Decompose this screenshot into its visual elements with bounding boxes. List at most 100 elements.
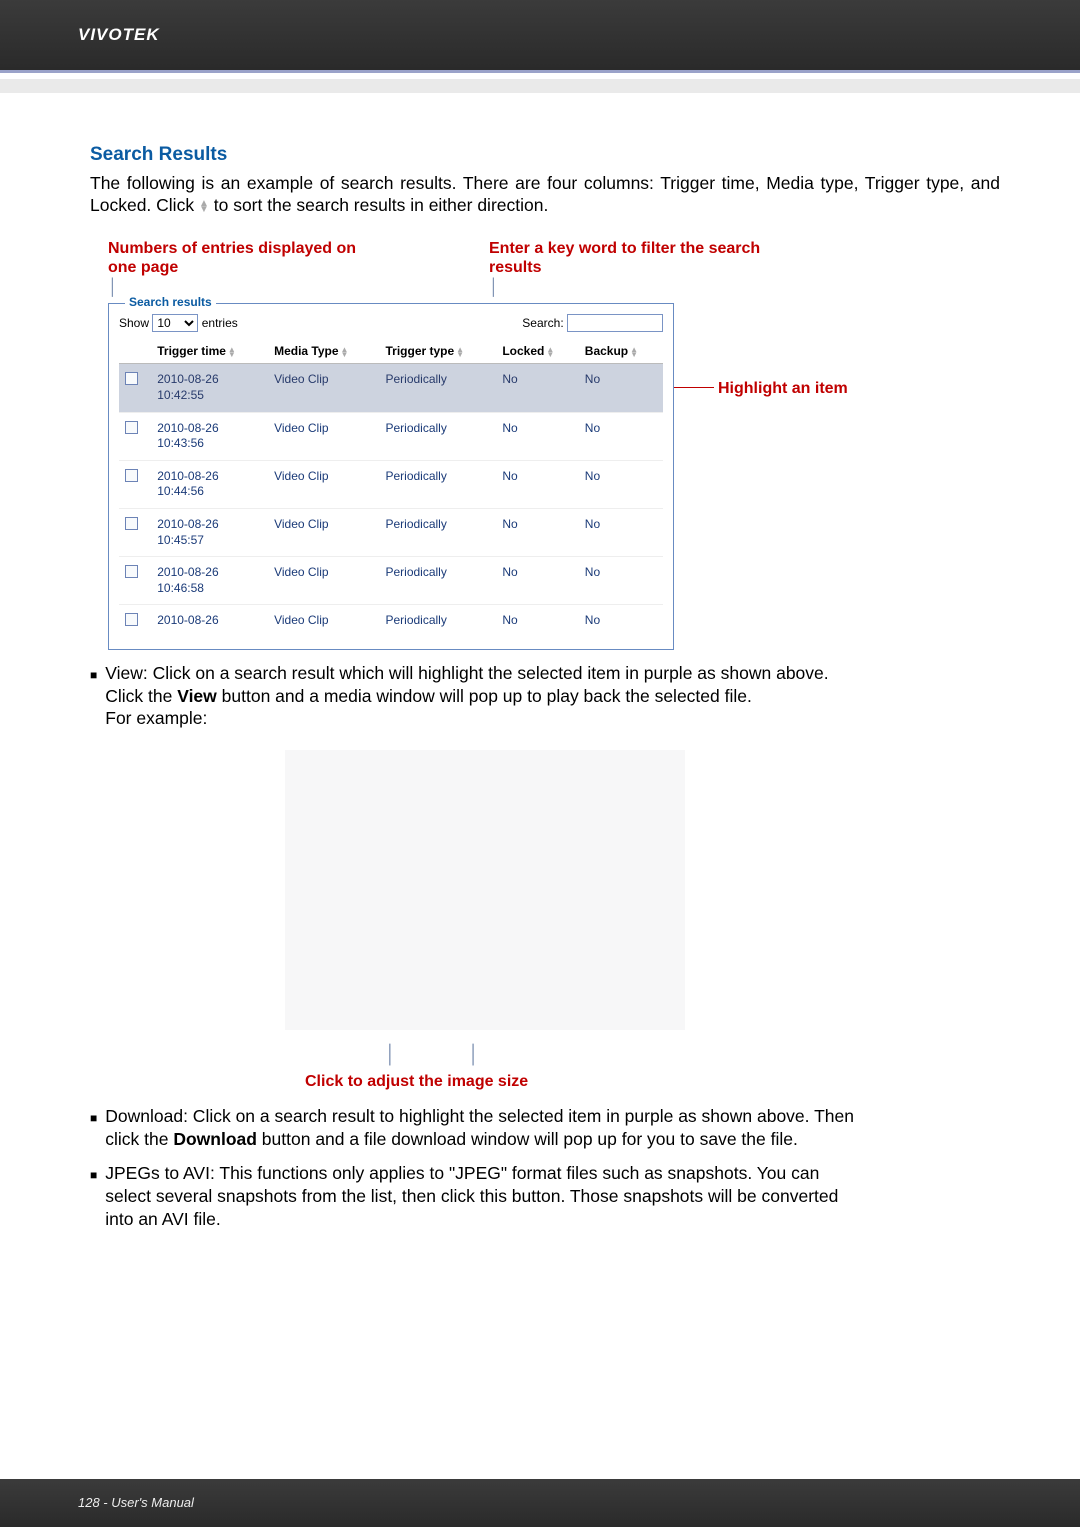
sort-icon: ▲▼ xyxy=(199,201,209,213)
cell-locked: No xyxy=(496,460,578,508)
page-header: VIVOTEK xyxy=(0,0,1080,70)
cell-backup: No xyxy=(579,460,663,508)
callout-filter: Enter a key word to filter the search re… xyxy=(489,239,769,297)
cell-type: Periodically xyxy=(379,508,496,556)
bullet-icon: ■ xyxy=(90,1168,97,1230)
cell-type: Periodically xyxy=(379,412,496,460)
panel-legend: Search results xyxy=(125,295,216,311)
brand-logo: VIVOTEK xyxy=(78,25,160,44)
col-media-type[interactable]: Media Type▲▼ xyxy=(268,340,379,364)
table-header-row: Trigger time▲▼ Media Type▲▼ Trigger type… xyxy=(119,340,663,364)
col-locked[interactable]: Locked▲▼ xyxy=(496,340,578,364)
search-control: Search: xyxy=(522,314,663,332)
cell-locked: No xyxy=(496,605,578,639)
col-backup[interactable]: Backup▲▼ xyxy=(579,340,663,364)
cell-checkbox[interactable] xyxy=(119,412,151,460)
cell-trigger-time: 2010-08-2610:45:57 xyxy=(151,508,268,556)
cell-trigger-time: 2010-08-26 xyxy=(151,605,268,639)
checkbox-icon[interactable] xyxy=(125,421,138,434)
show-label-pre: Show xyxy=(119,316,149,330)
cell-media: Video Clip xyxy=(268,460,379,508)
cell-checkbox[interactable] xyxy=(119,460,151,508)
intro-text: The following is an example of search re… xyxy=(90,172,1000,218)
main-content: Search Results The following is an examp… xyxy=(0,93,1080,1231)
cell-media: Video Clip xyxy=(268,412,379,460)
header-divider xyxy=(0,70,1080,73)
cell-trigger-time: 2010-08-2610:46:58 xyxy=(151,557,268,605)
view-button-name: View xyxy=(177,686,217,706)
tick-icon: │ xyxy=(385,1043,396,1066)
table-row[interactable]: 2010-08-2610:45:57Video ClipPeriodically… xyxy=(119,508,663,556)
cell-backup: No xyxy=(579,508,663,556)
cell-backup: No xyxy=(579,364,663,412)
table-row[interactable]: 2010-08-2610:43:56Video ClipPeriodically… xyxy=(119,412,663,460)
bullet-view: ■ View: Click on a search result which w… xyxy=(90,662,1000,730)
callout-tick-right: │ xyxy=(489,279,499,296)
cell-media: Video Clip xyxy=(268,605,379,639)
search-label: Search: xyxy=(522,316,563,330)
col-trigger-time[interactable]: Trigger time▲▼ xyxy=(151,340,268,364)
cell-type: Periodically xyxy=(379,557,496,605)
adjust-image-size-label: Click to adjust the image size xyxy=(305,1072,1000,1093)
cell-type: Periodically xyxy=(379,605,496,639)
cell-backup: No xyxy=(579,605,663,639)
cell-trigger-time: 2010-08-2610:43:56 xyxy=(151,412,268,460)
cell-checkbox[interactable] xyxy=(119,557,151,605)
cell-backup: No xyxy=(579,557,663,605)
table-row[interactable]: 2010-08-2610:46:58Video ClipPeriodically… xyxy=(119,557,663,605)
callout-entries: Numbers of entries displayed on one page… xyxy=(108,239,368,297)
highlight-label: Highlight an item xyxy=(718,379,848,400)
bullet-jpeg-avi: ■ JPEGs to AVI: This functions only appl… xyxy=(90,1162,1000,1230)
callout-tick-left: │ xyxy=(108,279,118,296)
footer-text: 128 - User's Manual xyxy=(78,1495,194,1510)
cell-checkbox[interactable] xyxy=(119,605,151,639)
cell-media: Video Clip xyxy=(268,557,379,605)
checkbox-icon[interactable] xyxy=(125,517,138,530)
media-player-placeholder: │ │ xyxy=(285,750,685,1066)
table-row[interactable]: 2010-08-2610:42:55Video ClipPeriodically… xyxy=(119,364,663,412)
panel-controls-row: Show 10 entries Search: xyxy=(119,314,663,332)
bullet-icon: ■ xyxy=(90,668,97,730)
results-tbody: 2010-08-2610:42:55Video ClipPeriodically… xyxy=(119,364,663,639)
tick-icon: │ xyxy=(468,1043,479,1066)
table-row[interactable]: 2010-08-2610:44:56Video ClipPeriodically… xyxy=(119,460,663,508)
checkbox-icon[interactable] xyxy=(125,613,138,626)
sort-icon: ▲▼ xyxy=(456,347,464,357)
cell-checkbox[interactable] xyxy=(119,508,151,556)
show-label-post: entries xyxy=(202,316,238,330)
intro-line-1: The following is an example of search re… xyxy=(90,173,858,193)
entries-control: Show 10 entries xyxy=(119,314,238,332)
cell-locked: No xyxy=(496,508,578,556)
search-results-screenshot: Search results Show 10 entries Search: xyxy=(90,303,1000,650)
col-trigger-type[interactable]: Trigger type▲▼ xyxy=(379,340,496,364)
cell-locked: No xyxy=(496,412,578,460)
checkbox-icon[interactable] xyxy=(125,372,138,385)
cell-backup: No xyxy=(579,412,663,460)
cell-locked: No xyxy=(496,557,578,605)
bullet-icon: ■ xyxy=(90,1111,97,1151)
sort-icon: ▲▼ xyxy=(228,347,236,357)
header-subdivider xyxy=(0,79,1080,93)
download-button-name: Download xyxy=(173,1129,257,1149)
table-row[interactable]: 2010-08-26Video ClipPeriodicallyNoNo xyxy=(119,605,663,639)
col-checkbox xyxy=(119,340,151,364)
bullet-download: ■ Download: Click on a search result to … xyxy=(90,1105,1000,1151)
intro-line-3: to sort the search results in either dir… xyxy=(214,195,549,215)
cell-type: Periodically xyxy=(379,364,496,412)
checkbox-icon[interactable] xyxy=(125,565,138,578)
sort-icon: ▲▼ xyxy=(341,347,349,357)
search-results-panel: Search results Show 10 entries Search: xyxy=(108,303,674,650)
cell-type: Periodically xyxy=(379,460,496,508)
entries-select[interactable]: 10 xyxy=(152,314,198,332)
callout-filter-text: Enter a key word to filter the search re… xyxy=(489,240,760,276)
media-control-ticks: │ │ xyxy=(385,1043,480,1066)
cell-checkbox[interactable] xyxy=(119,364,151,412)
callouts-row: Numbers of entries displayed on one page… xyxy=(90,239,1000,297)
search-input[interactable] xyxy=(567,314,663,332)
sort-icon: ▲▼ xyxy=(630,347,638,357)
bullet-jpeg-avi-text: JPEGs to AVI: This functions only applie… xyxy=(105,1162,838,1230)
highlight-connector xyxy=(674,387,714,388)
media-clip-area xyxy=(285,750,685,1030)
checkbox-icon[interactable] xyxy=(125,469,138,482)
cell-media: Video Clip xyxy=(268,364,379,412)
